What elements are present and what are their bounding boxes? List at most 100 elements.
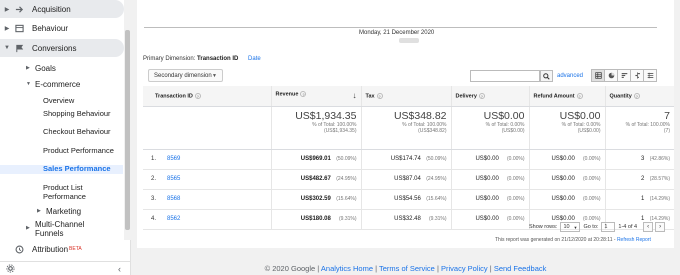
behaviour-icon bbox=[12, 24, 26, 33]
nav-acquisition[interactable]: ▶ Acquisition bbox=[0, 0, 124, 18]
gear-icon[interactable] bbox=[6, 260, 15, 275]
chart-scroll-handle[interactable] bbox=[399, 38, 419, 43]
left-nav: ▶ Acquisition ▶ Behaviour ▼ Conversions … bbox=[0, 0, 131, 275]
goto-input[interactable]: 1 bbox=[601, 222, 616, 232]
caret-down-icon: ▼ bbox=[26, 81, 31, 87]
caret-right-icon: ▶ bbox=[4, 25, 10, 32]
refresh-report-link[interactable]: Refresh Report bbox=[617, 237, 651, 243]
flag-icon bbox=[12, 44, 26, 53]
help-icon[interactable]: ? bbox=[478, 92, 485, 99]
nav-goals-label: Goals bbox=[35, 63, 56, 73]
nav-behaviour[interactable]: ▶ Behaviour bbox=[0, 19, 124, 37]
nav-product-list-performance[interactable]: Product List Performance bbox=[43, 183, 123, 201]
col-revenue-label: Revenue bbox=[275, 91, 299, 98]
nav-shopping-behaviour[interactable]: Shopping Behaviour bbox=[43, 109, 123, 119]
acquisition-icon bbox=[12, 5, 26, 14]
collapse-sidebar-icon[interactable]: ‹ bbox=[118, 264, 121, 274]
comparison-icon bbox=[634, 72, 640, 79]
copyright: © 2020 Google | bbox=[264, 264, 320, 273]
chevron-down-icon: ▼ bbox=[573, 224, 578, 230]
table-search-input[interactable] bbox=[470, 70, 540, 82]
nav-ecommerce[interactable]: ▼ E-commerce bbox=[0, 79, 124, 89]
page-footer: © 2020 Google | Analytics Home | Terms o… bbox=[264, 264, 547, 273]
transaction-id-link[interactable]: 8565 bbox=[167, 176, 180, 182]
chevron-right-icon: › bbox=[659, 224, 662, 230]
comparison-view-button[interactable] bbox=[630, 69, 644, 82]
primary-dimension-value[interactable]: Transaction ID bbox=[197, 56, 238, 62]
nav-attribution[interactable]: Attribution BETA bbox=[0, 240, 124, 258]
nav-overview[interactable]: Overview bbox=[43, 96, 123, 106]
advanced-filter-link[interactable]: advanced bbox=[557, 73, 583, 79]
terms-link[interactable]: Terms of Service bbox=[379, 264, 435, 273]
beta-badge: BETA bbox=[69, 246, 82, 252]
report-generated-note: This report was generated on 21/12/2020 … bbox=[495, 237, 651, 243]
report-table: Transaction ID? Revenue? ↓ Tax? Delivery?… bbox=[143, 86, 674, 230]
date-dimension-link[interactable]: Date bbox=[248, 56, 261, 62]
col-refund-amount[interactable]: Refund Amount? bbox=[528, 86, 605, 107]
performance-view-button[interactable] bbox=[617, 69, 631, 82]
nav-marketing-label: Marketing bbox=[46, 206, 82, 216]
total-tax: US$348.82% of Total: 100.00% (US$348.82) bbox=[360, 106, 451, 150]
transaction-id-link[interactable]: 8562 bbox=[167, 216, 180, 222]
col-quantity-label: Quantity bbox=[609, 92, 632, 99]
show-rows-select[interactable]: 10 ▼ bbox=[560, 222, 581, 232]
privacy-link[interactable]: Privacy Policy bbox=[441, 264, 488, 273]
col-transaction-id-label: Transaction ID bbox=[155, 92, 193, 99]
sort-descending-icon[interactable]: ↓ bbox=[353, 91, 357, 100]
help-icon[interactable]: ? bbox=[576, 92, 583, 99]
chevron-left-icon: ‹ bbox=[647, 224, 650, 230]
pivot-icon bbox=[647, 72, 653, 79]
total-revenue: US$1,934.35% of Total: 100.00% (US$1,934.… bbox=[270, 106, 361, 150]
transaction-id-link[interactable]: 8568 bbox=[167, 196, 180, 202]
nav-product-performance[interactable]: Product Performance bbox=[43, 146, 123, 156]
analytics-home-link[interactable]: Analytics Home bbox=[321, 264, 373, 273]
search-icon bbox=[543, 72, 550, 80]
col-delivery[interactable]: Delivery? bbox=[450, 86, 529, 107]
caret-down-icon: ▼ bbox=[4, 45, 10, 51]
bar-list-icon bbox=[621, 73, 627, 78]
col-quantity[interactable]: Quantity? bbox=[604, 86, 674, 107]
pie-view-button[interactable] bbox=[604, 69, 618, 82]
nav-multichannel-funnels[interactable]: ▶ Multi-Channel Funnels bbox=[0, 220, 124, 238]
primary-dimension-label: Primary Dimension: bbox=[143, 56, 196, 62]
col-tax[interactable]: Tax? bbox=[360, 86, 451, 107]
help-icon[interactable]: ? bbox=[633, 92, 640, 99]
table-row: 3. 8568 US$302.59 (15.64%) US$54.56 (15.6… bbox=[143, 189, 674, 210]
help-icon[interactable]: ? bbox=[300, 91, 307, 98]
nav-conversions-label: Conversions bbox=[32, 43, 77, 53]
sidebar-scrollbar[interactable] bbox=[124, 0, 131, 240]
chevron-down-icon: ▼ bbox=[212, 72, 217, 79]
col-tax-label: Tax bbox=[365, 92, 375, 99]
caret-right-icon: ▶ bbox=[26, 225, 30, 231]
sidebar-scroll-thumb[interactable] bbox=[125, 30, 130, 230]
report-main: Monday, 21 December 2020 Primary Dimensi… bbox=[131, 0, 680, 275]
search-button[interactable] bbox=[540, 70, 553, 82]
goto-label: Go to: bbox=[583, 224, 599, 230]
report-card: Monday, 21 December 2020 Primary Dimensi… bbox=[137, 0, 674, 248]
nav-multichannel-funnels-label: Multi-Channel Funnels bbox=[35, 220, 85, 238]
caret-right-icon: ▶ bbox=[4, 6, 10, 13]
nav-goals[interactable]: ▶ Goals bbox=[0, 63, 124, 73]
nav-conversions[interactable]: ▼ Conversions bbox=[0, 39, 124, 57]
next-page-button[interactable]: › bbox=[655, 222, 666, 232]
send-feedback-link[interactable]: Send Feedback bbox=[494, 264, 547, 273]
chart-date-label: Monday, 21 December 2020 bbox=[359, 30, 435, 36]
col-revenue[interactable]: Revenue? ↓ bbox=[270, 86, 361, 107]
prev-page-button[interactable]: ‹ bbox=[643, 222, 654, 232]
help-icon[interactable]: ? bbox=[194, 92, 201, 99]
secondary-dimension-label: Secondary dimension bbox=[154, 72, 212, 79]
help-icon[interactable]: ? bbox=[376, 92, 383, 99]
pivot-view-button[interactable] bbox=[643, 69, 657, 82]
secondary-dimension-dropdown[interactable]: Secondary dimension ▼ bbox=[148, 69, 223, 82]
table-view-button[interactable] bbox=[591, 69, 605, 82]
nav-checkout-behaviour[interactable]: Checkout Behaviour bbox=[43, 127, 123, 137]
table-header-row: Transaction ID? Revenue? ↓ Tax? Delivery?… bbox=[143, 86, 674, 107]
transaction-id-link[interactable]: 8569 bbox=[167, 156, 180, 162]
col-transaction-id[interactable]: Transaction ID? bbox=[143, 86, 271, 107]
nav-sales-performance[interactable]: Sales Performance bbox=[0, 164, 123, 174]
attribution-icon bbox=[12, 245, 26, 254]
nav-marketing[interactable]: ▶ Marketing bbox=[0, 206, 124, 216]
caret-right-icon: ▶ bbox=[37, 208, 41, 214]
pagination-controls: Show rows: 10 ▼ Go to: 1 1-4 of 4 ‹ › bbox=[529, 222, 666, 232]
total-delivery: US$0.00% of Total: 0.00% (US$0.00) bbox=[450, 106, 529, 150]
